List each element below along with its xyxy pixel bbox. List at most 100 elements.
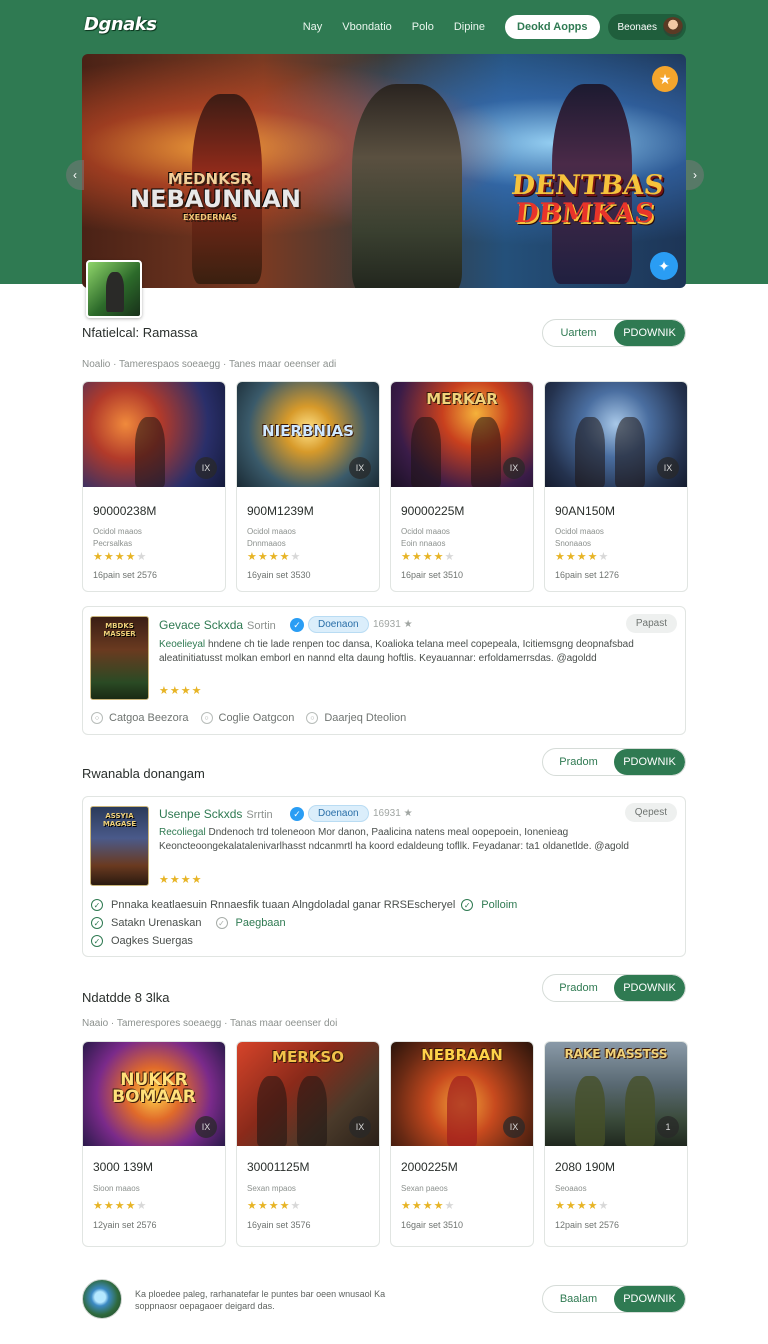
card-corner-badge: IX — [349, 457, 371, 479]
game-card[interactable]: MERKAR IX 90000225M Ocidol maaos Eoin nn… — [390, 381, 534, 592]
star-rating: ★★★★★ — [247, 551, 302, 563]
hot-badge-icon[interactable]: ★ — [652, 66, 678, 92]
game-art-title: MERKSO — [272, 1048, 344, 1066]
section-toggle: Pradom PDOWNIK — [542, 748, 686, 776]
tag-list: ○ Catgoa Beezora ○ Coglie Oatgcon ○ Daarjeq… — [91, 712, 406, 724]
tag-icon: ○ — [91, 712, 103, 724]
description-lead: Recoliegal — [159, 827, 206, 838]
top-navigation-bar: Dgnaks Nay Vbondatio Polo Dipine Deokd A… — [0, 0, 768, 54]
tag-item[interactable]: ○ Catgoa Beezora — [91, 712, 189, 724]
nav-link-3[interactable]: Polo — [412, 21, 434, 33]
game-meta: Sioon maaos — [93, 1184, 140, 1193]
avatar — [663, 17, 683, 37]
toggle-option-random[interactable]: Pradom — [543, 975, 614, 1001]
game-art: RAKE MASSTSS 1 — [545, 1042, 687, 1146]
toggle-option-download[interactable]: PDOWNIK — [614, 749, 685, 775]
game-name-text: Gevace Sckxda — [159, 618, 244, 632]
hero-banner[interactable]: MEDNKSR NEBAUNNAN EXEDERNAS DENTBAS DBMK… — [82, 54, 686, 288]
category-pill[interactable]: Doenaon — [308, 805, 369, 822]
star-rating: ★★★★★ — [401, 1200, 456, 1212]
nav-link-2[interactable]: Vbondatio — [342, 21, 392, 33]
game-description: Keoelieyal hndene ch tie lade renpen toc… — [159, 638, 673, 665]
tag-icon: ○ — [306, 712, 319, 724]
account-menu[interactable]: Beonaes — [607, 14, 686, 40]
game-art: MERKAR IX — [391, 382, 533, 487]
checklist-item[interactable]: ✓ Satakn Urenaskan ✓ Paegbaan — [91, 914, 517, 932]
game-meta-secondary: Eoin nnaaos — [401, 539, 446, 548]
toggle-option-random[interactable]: Pradom — [543, 749, 614, 775]
nav-link-1[interactable]: Nay — [303, 21, 323, 33]
category-pill[interactable]: Doenaon — [308, 616, 369, 633]
footer-toggle: Baalam PDOWNIK — [542, 1285, 686, 1313]
toggle-option-balance[interactable]: Baalam — [543, 1286, 614, 1312]
game-stats: 16pair set 3510 — [401, 570, 464, 580]
game-name[interactable]: Gevace Sckxda Sortin — [159, 618, 276, 632]
game-art: NUKKR BOMAAR IX — [83, 1042, 225, 1146]
game-card[interactable]: RAKE MASSTSS 1 2080 190M Seoaaos ★★★★★ 1… — [544, 1041, 688, 1247]
toggle-option-download[interactable]: PDOWNIK — [614, 1286, 685, 1312]
description-lead: Keoelieyal — [159, 639, 206, 650]
game-art: MERKSO IX — [237, 1042, 379, 1146]
checklist-item[interactable]: ✓ Pnnaka keatlaesuin Rnnaesfik tuaan Aln… — [91, 896, 517, 914]
feature-checklist: ✓ Pnnaka keatlaesuin Rnnaesfik tuaan Aln… — [91, 896, 517, 950]
report-button[interactable]: Papast — [625, 614, 677, 633]
game-stats: 16yain set 3530 — [247, 570, 311, 580]
checklist-text: Satakn Urenaskan — [111, 917, 202, 929]
toggle-option-download[interactable]: PDOWNIK — [614, 975, 685, 1001]
game-art-character — [625, 1076, 655, 1146]
checklist-item[interactable]: ✓ Oagkes Suergas — [91, 932, 517, 950]
section-featured-header: Nfatielcal: Ramassa Uartem PDOWNIK — [82, 319, 686, 347]
verified-icon: ✓ — [290, 618, 304, 632]
checklist-text: Pnnaka keatlaesuin Rnnaesfik tuaan Alngd… — [111, 899, 456, 911]
toggle-option-latest[interactable]: Uartem — [543, 320, 614, 346]
checklist-extra: Paegbaan — [235, 917, 286, 929]
game-card[interactable]: IX 90000238M Ocidol maaos Pecrsalkas ★★★… — [82, 381, 226, 592]
download-count: 16931 ★ — [373, 619, 413, 630]
game-art-character — [471, 417, 501, 487]
game-art-title: NUKKR BOMAAR — [112, 1070, 196, 1107]
game-card[interactable]: MERKSO IX 30001125M Sexan mpaos ★★★★★ 16… — [236, 1041, 380, 1247]
section-toggle: Uartem PDOWNIK — [542, 319, 686, 347]
checklist-text: Oagkes Suergas — [111, 935, 193, 947]
card-corner-badge: IX — [657, 457, 679, 479]
game-art: IX — [83, 382, 225, 487]
game-size: 30001125M — [247, 1160, 310, 1174]
toggle-option-download[interactable]: PDOWNIK — [614, 320, 685, 346]
hero-character-center — [352, 84, 462, 288]
game-stats: 16yain set 3576 — [247, 1220, 311, 1230]
download-count: 16931 ★ — [373, 808, 413, 819]
site-logo[interactable]: Dgnaks — [84, 14, 157, 35]
game-name[interactable]: Usenpe Sckxds Srrtin — [159, 807, 273, 821]
section-title: Rwanabla donangam — [82, 766, 205, 781]
section-title: Ndatdde 8 3lka — [82, 990, 170, 1005]
star-rating: ★★★★★ — [93, 1200, 148, 1212]
game-card[interactable]: IX 90AN150M Ocidol maaos Snonaaos ★★★★★ … — [544, 381, 688, 592]
section-title: Nfatielcal: Ramassa — [82, 325, 198, 340]
game-detail-panel[interactable]: ASSYIA MAGASE Usenpe Sckxds Srrtin ✓ Doen… — [82, 796, 686, 957]
download-apps-button[interactable]: Deokd Aopps — [505, 15, 600, 39]
game-card[interactable]: NEBRAAN IX 2000225M Sexan paeos ★★★★★ 16… — [390, 1041, 534, 1247]
game-stats: 16pain set 2576 — [93, 570, 158, 580]
game-card[interactable]: NUKKR BOMAAR IX 3000 139M Sioon maaos ★★… — [82, 1041, 226, 1247]
report-button[interactable]: Qepest — [624, 803, 677, 822]
nav-link-4[interactable]: Dipine — [454, 21, 485, 33]
card-corner-badge: IX — [349, 1116, 371, 1138]
account-name: Beonaes — [617, 21, 657, 33]
footer-actions: Baalam PDOWNIK — [82, 1285, 686, 1313]
game-meta: Seoaaos — [555, 1184, 587, 1193]
game-stats: 12pain set 2576 — [555, 1220, 620, 1230]
twitter-share-icon[interactable]: ✦ — [650, 252, 678, 280]
game-detail-panel[interactable]: MBDKS MASSER Gevace Sckxda Sortin ✓ Doena… — [82, 606, 686, 735]
card-corner-badge: IX — [503, 457, 525, 479]
game-cover-title: ASSYIA MAGASE — [102, 812, 137, 828]
game-card[interactable]: NIERBNIAS IX 900M1239M Ocidol maaos Dnnm… — [236, 381, 380, 592]
section-subline: Naaio · Tamerespores soeaegg · Tanas maa… — [82, 1018, 338, 1029]
game-cover: MBDKS MASSER — [90, 616, 149, 700]
card-corner-badge: IX — [503, 1116, 525, 1138]
tag-label: Daarjeq Dteolion — [324, 712, 407, 724]
game-art-character — [575, 1076, 605, 1146]
tag-item[interactable]: ○ Daarjeq Dteolion — [306, 712, 406, 724]
tag-item[interactable]: ○ Coglie Oatgcon — [200, 712, 294, 724]
hero-game-thumbnail[interactable] — [86, 260, 142, 318]
developer-name: Srrtin — [246, 809, 273, 821]
